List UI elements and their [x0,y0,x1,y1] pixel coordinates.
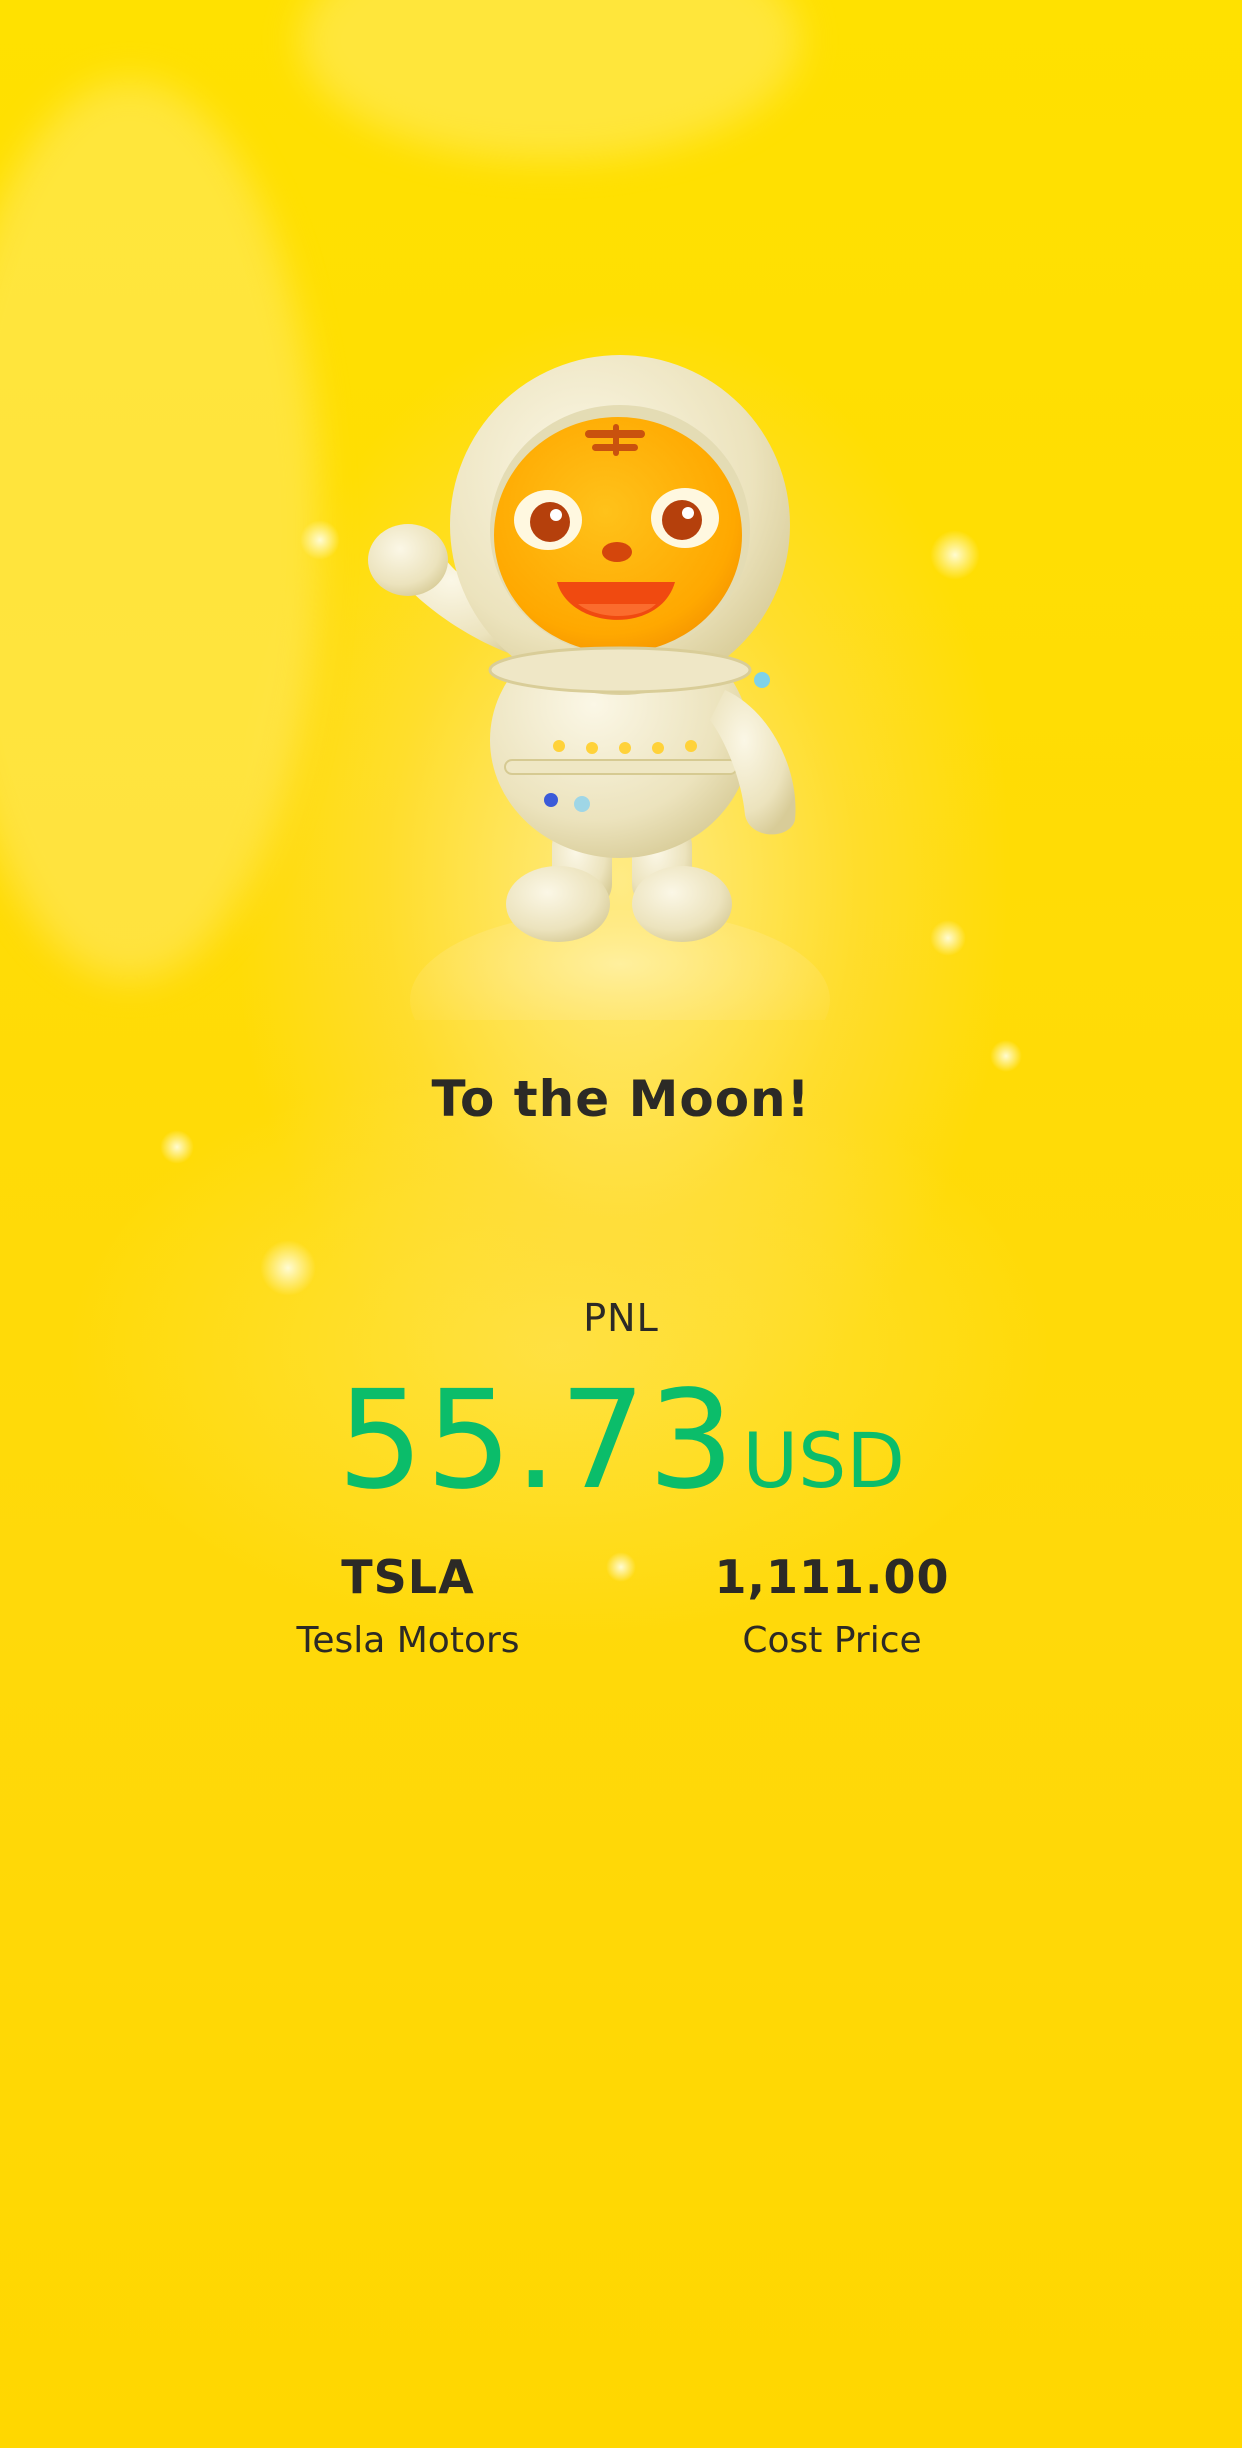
pnl-value-row: 55.73USD [0,1362,1242,1520]
company-name: Tesla Motors [296,1620,520,1661]
astronaut-tiger-mascot-icon [330,320,850,1020]
cost-price-value: 1,111.00 [714,1550,950,1604]
pnl-unit: USD [742,1416,905,1505]
cost-info: 1,111.00 Cost Price [632,1550,1032,1661]
sparkle [930,530,980,580]
sparkle [990,1040,1022,1072]
pnl-label: PNL [583,1296,659,1340]
background-wisp [0,80,320,980]
background-wisp [300,0,800,160]
sparkle [160,1130,194,1164]
stock-symbol: TSLA [341,1550,475,1604]
sparkle [260,1240,316,1296]
pnl-value: 55.73 [337,1362,737,1520]
sparkle [930,920,966,956]
cost-price-label: Cost Price [742,1620,922,1661]
headline: To the Moon! [431,1070,811,1128]
stock-info: TSLA Tesla Motors [208,1550,608,1661]
